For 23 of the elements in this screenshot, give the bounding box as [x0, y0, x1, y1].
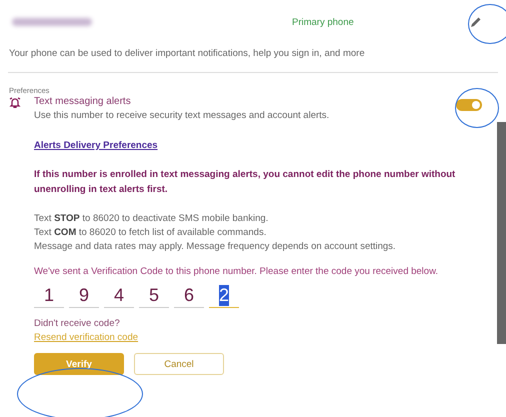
code-digit-field[interactable]: 9 [69, 283, 99, 308]
warning-text: If this number is enrolled in text messaging alerts, you cannot edit the phone number without unenrolling in text alerts first. [34, 168, 456, 197]
bell-icon [9, 97, 21, 108]
no-code-text: Didn't receive code? [34, 318, 120, 329]
scrollbar[interactable] [497, 122, 506, 344]
annotation-circle [455, 88, 499, 128]
phone-description: Your phone can be used to deliver important notifications, help you sign in, and more [8, 47, 366, 59]
code-digit-field[interactable]: 5 [139, 283, 169, 308]
alert-title: Text messaging alerts [34, 96, 132, 107]
code-digit-field[interactable]: 6 [174, 283, 204, 308]
verification-prompt: We've sent a Verification Code to this phone number. Please enter the code you received below. [34, 266, 438, 277]
info-line: Text STOP to 86020 to deactivate SMS mobile banking. [34, 212, 270, 226]
annotation-circle [468, 4, 506, 44]
code-digit-field[interactable]: 4 [104, 283, 134, 308]
info-line: Text COM to 86020 to fetch list of available commands. [34, 226, 268, 240]
alert-description: Use this number to receive security text messages and account alerts. [34, 110, 330, 121]
alerts-toggle[interactable] [456, 99, 482, 111]
code-digit-field[interactable]: 2 [209, 283, 239, 308]
alerts-delivery-link[interactable]: Alerts Delivery Preferences [34, 140, 158, 151]
primary-phone-label: Primary phone [292, 16, 355, 28]
info-line: Message and data rates may apply. Message frequency depends on account settings. [34, 240, 396, 254]
code-digit-field[interactable]: 1 [34, 283, 64, 308]
edit-icon[interactable] [470, 16, 482, 28]
